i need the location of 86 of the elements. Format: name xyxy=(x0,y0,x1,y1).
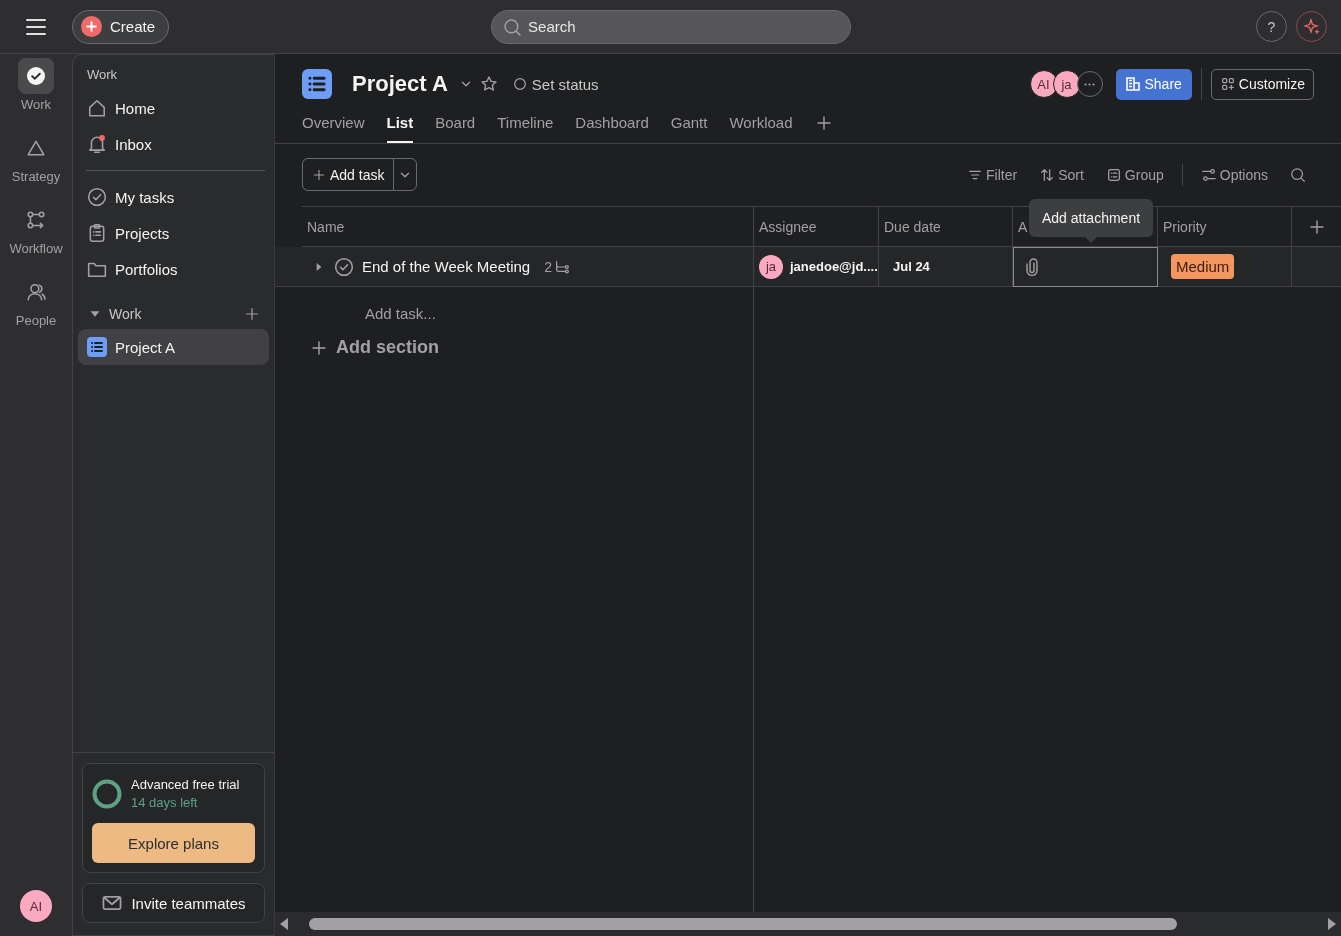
plus-icon xyxy=(1307,217,1326,236)
add-section-button[interactable]: Add section xyxy=(302,327,439,358)
task-name[interactable]: End of the Week Meeting xyxy=(362,258,531,275)
check-circle-icon xyxy=(26,66,46,86)
assignee-email: janedoe@jd.... xyxy=(790,259,878,274)
plus-icon xyxy=(81,16,102,37)
check-circle-icon xyxy=(87,187,107,207)
column-header: A xyxy=(1018,218,1028,235)
sort-icon xyxy=(1039,166,1056,183)
list-icon xyxy=(302,69,332,99)
more-icon xyxy=(1084,82,1095,86)
sidebar-heading: Work xyxy=(86,67,119,82)
view-tab[interactable]: Overview xyxy=(302,108,365,143)
assignee-avatar: ja xyxy=(759,254,783,279)
section-label: Work xyxy=(109,306,143,322)
add-icon xyxy=(244,306,260,322)
plus-icon xyxy=(312,167,326,182)
horizontal-scrollbar[interactable] xyxy=(275,912,1341,936)
list-icon xyxy=(87,337,107,357)
user-avatar[interactable]: AI xyxy=(20,890,52,922)
rail-item[interactable]: Strategy xyxy=(0,130,72,202)
star-icon[interactable] xyxy=(479,75,498,93)
scroll-right-icon[interactable] xyxy=(1327,917,1337,931)
triangle-icon xyxy=(26,138,46,158)
member-avatar[interactable]: ja xyxy=(1052,70,1081,98)
column-header: Priority xyxy=(1163,218,1207,235)
rail-item[interactable]: Workflow xyxy=(0,202,72,274)
subtask-icon xyxy=(553,258,570,275)
add-task-row[interactable]: Add task... xyxy=(302,287,753,327)
project-item[interactable]: Project A xyxy=(78,329,269,365)
view-tab[interactable]: List xyxy=(386,108,414,143)
column-header: Due date xyxy=(884,218,941,235)
search-icon xyxy=(1290,166,1306,183)
due-date: Jul 24 xyxy=(892,259,930,274)
nav-item[interactable]: Portfolios xyxy=(78,251,269,287)
trial-days-left: 14 days left xyxy=(131,795,199,810)
progress-ring-icon xyxy=(92,778,122,809)
view-tab[interactable]: Dashboard xyxy=(575,108,649,143)
group-icon xyxy=(1105,166,1122,183)
plus-icon xyxy=(814,113,833,132)
toolbar-button[interactable]: Options xyxy=(1200,166,1268,183)
more-members-button[interactable] xyxy=(1076,71,1103,97)
status-circle-icon xyxy=(511,76,528,92)
sparkle-icon xyxy=(1302,17,1321,36)
toolbar-button[interactable]: Group xyxy=(1105,166,1164,183)
options-icon xyxy=(1200,166,1217,183)
task-row[interactable]: End of the Week Meeting 2 ja janedoe@jd.... Jul 24 Medium xyxy=(275,247,1341,287)
view-tab[interactable]: Gantt xyxy=(670,108,708,143)
nav-item[interactable]: Inbox xyxy=(78,126,269,162)
toolbar-button[interactable]: Filter xyxy=(967,166,1018,183)
invite-teammates-button[interactable]: Invite teammates xyxy=(82,883,265,923)
set-status-button[interactable]: Set status xyxy=(511,75,599,93)
search-icon xyxy=(503,17,523,37)
grid-icon xyxy=(1219,76,1236,92)
rail-item[interactable]: Work xyxy=(0,58,72,130)
share-button[interactable]: Share xyxy=(1115,68,1192,100)
view-tab[interactable]: Timeline xyxy=(497,108,554,143)
search-button[interactable] xyxy=(1290,166,1306,183)
search-field[interactable]: Search xyxy=(491,9,852,44)
priority-tag[interactable]: Medium xyxy=(1171,254,1235,279)
tooltip-pointer-icon xyxy=(1085,237,1098,243)
plus-icon xyxy=(310,338,328,357)
subtask-count: 2 xyxy=(544,258,552,275)
paperclip-icon xyxy=(1023,257,1041,276)
workflow-icon xyxy=(26,210,46,230)
scroll-left-icon[interactable] xyxy=(279,917,289,931)
tooltip: Add attachment xyxy=(1029,199,1154,237)
member-avatar[interactable]: AI xyxy=(1029,70,1058,98)
view-tab[interactable]: Workload xyxy=(729,108,793,143)
building-icon xyxy=(1125,77,1140,91)
add-column-button[interactable] xyxy=(1307,217,1326,236)
trial-title: Advanced free trial xyxy=(131,777,240,792)
nav-item[interactable]: Home xyxy=(78,90,269,126)
column-header: Assignee xyxy=(759,218,817,235)
people-icon xyxy=(26,282,46,302)
customize-button[interactable]: Customize xyxy=(1210,68,1314,100)
view-tab[interactable]: Board xyxy=(435,108,476,143)
nav-item[interactable]: Projects xyxy=(78,215,269,251)
toolbar-button[interactable]: Sort xyxy=(1039,166,1084,183)
project-title: Project A xyxy=(352,71,448,97)
clipboard-icon xyxy=(87,223,107,243)
nav-item[interactable]: My tasks xyxy=(78,179,269,215)
column-header: Name xyxy=(307,218,345,235)
rail-item[interactable]: People xyxy=(0,274,72,346)
create-button[interactable]: Create xyxy=(72,9,170,44)
explore-plans-button[interactable]: Explore plans xyxy=(92,823,255,863)
